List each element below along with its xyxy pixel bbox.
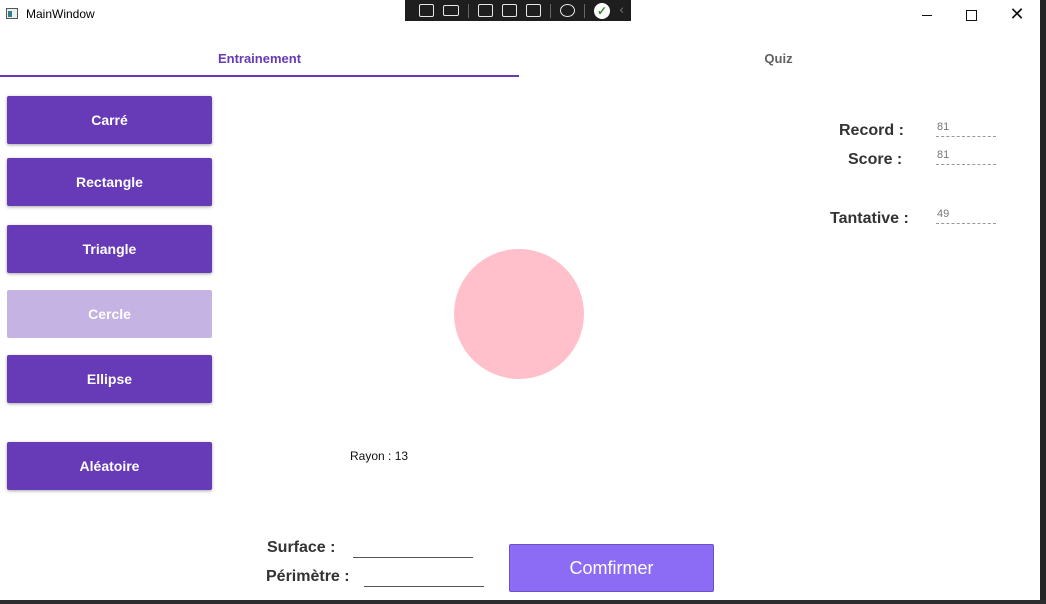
record-icon[interactable] [443, 5, 459, 16]
perimetre-input[interactable] [364, 566, 484, 587]
tentative-value: 49 [936, 208, 996, 224]
triangle-button[interactable]: Triangle [7, 225, 212, 273]
title-bar: MainWindow ✓ ‹ ✕ [0, 0, 1040, 30]
tab-quiz[interactable]: Quiz [519, 40, 1038, 76]
chevron-left-icon[interactable]: ‹ [619, 3, 624, 18]
hot-reload-icon[interactable] [560, 4, 575, 17]
background-editor-edge-bottom [0, 600, 1046, 604]
debug-toolbar: ✓ ‹ [405, 0, 631, 21]
close-button[interactable]: ✕ [994, 0, 1040, 30]
tab-entrainement[interactable]: Entrainement [0, 40, 519, 76]
check-icon[interactable]: ✓ [594, 2, 610, 19]
record-value: 81 [936, 121, 996, 137]
score-label: Score : [848, 151, 903, 168]
minimize-button[interactable] [904, 0, 950, 30]
minimize-icon [922, 14, 932, 16]
display-adorners-icon[interactable] [502, 4, 517, 17]
tab-selection-indicator [0, 75, 519, 77]
app-icon [6, 8, 18, 19]
aleatoire-button[interactable]: Aléatoire [7, 442, 212, 490]
background-editor-edge [1040, 0, 1046, 604]
toolbar-divider [468, 3, 469, 18]
record-label: Record : [839, 122, 904, 139]
maximize-icon [965, 9, 977, 21]
surface-input[interactable] [353, 537, 473, 558]
live-tree-icon[interactable] [419, 4, 434, 17]
perimetre-label: Périmètre : [266, 568, 350, 585]
ellipse-button[interactable]: Ellipse [7, 355, 212, 403]
window-title: MainWindow [26, 7, 95, 21]
circle-figure [454, 249, 584, 379]
toolbar-divider [550, 3, 551, 18]
select-element-icon[interactable] [478, 4, 493, 17]
rectangle-button[interactable]: Rectangle [7, 158, 212, 206]
toolbar-divider [584, 3, 585, 18]
surface-label: Surface : [267, 539, 336, 556]
track-focus-icon[interactable] [526, 4, 541, 17]
close-icon: ✕ [1009, 4, 1025, 25]
carre-button[interactable]: Carré [7, 96, 212, 144]
cercle-button[interactable]: Cercle [7, 290, 212, 338]
score-value: 81 [936, 149, 996, 165]
main-window: MainWindow ✓ ‹ ✕ Entrainement Quiz Carré [0, 0, 1040, 600]
confirm-button[interactable]: Comfirmer [509, 544, 714, 592]
tentative-label: Tantative : [830, 210, 909, 227]
maximize-button[interactable] [948, 0, 994, 30]
rayon-label: Rayon : 13 [350, 449, 409, 463]
